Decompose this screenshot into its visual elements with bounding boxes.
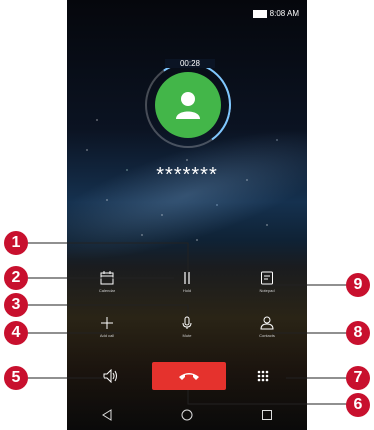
callout-8: 8	[346, 321, 370, 345]
callout-lines	[28, 242, 355, 405]
callout-3: 3	[4, 293, 28, 317]
callout-2: 2	[4, 266, 28, 290]
callout-1: 1	[4, 231, 28, 255]
callout-9: 9	[346, 273, 370, 297]
callout-7: 7	[346, 366, 370, 390]
callout-6: 6	[346, 393, 370, 417]
callout-5: 5	[4, 366, 28, 390]
callout-4: 4	[4, 321, 28, 345]
